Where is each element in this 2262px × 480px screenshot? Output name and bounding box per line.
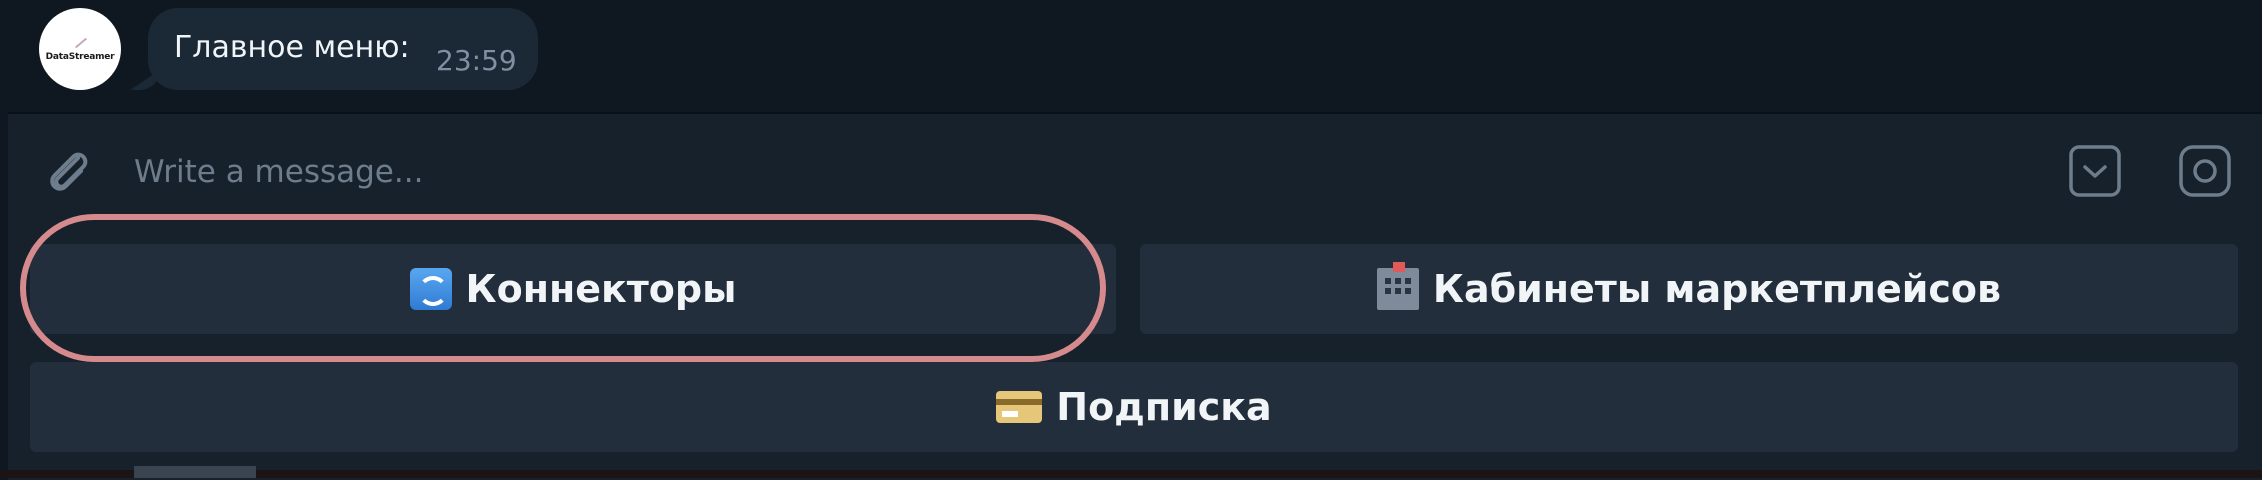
message-input[interactable] (134, 144, 2034, 200)
counterclockwise-arrows-icon (409, 268, 452, 310)
logo-mark-icon (74, 36, 86, 48)
paperclip-icon[interactable] (40, 144, 96, 200)
camera-icon[interactable] (2178, 144, 2232, 198)
credit-card-icon (996, 391, 1043, 423)
bottom-strip (0, 470, 2262, 478)
avatar-brand-text: DataStreamer (45, 52, 115, 62)
message-time: 23:59 (436, 44, 517, 77)
composer-panel: Коннекторы Кабинеты маркетплейсов Подпис… (8, 112, 2262, 480)
horizontal-scrollbar[interactable] (134, 466, 256, 478)
office-building-icon (1376, 262, 1419, 310)
subscription-label: Подписка (1056, 385, 1272, 429)
keyboard-toggle-icon[interactable] (2068, 144, 2122, 198)
message-bubble[interactable]: Главное меню: 23:59 (148, 8, 538, 90)
bot-avatar[interactable]: DataStreamer (39, 8, 121, 90)
marketplace-accounts-label: Кабинеты маркетплейсов (1432, 267, 2002, 311)
connectors-label: Коннекторы (465, 267, 737, 311)
subscription-button[interactable]: Подписка (30, 362, 2238, 452)
message-text: Главное меню: (174, 30, 410, 65)
chat-area: DataStreamer Главное меню: 23:59 (0, 0, 2262, 112)
marketplace-accounts-button[interactable]: Кабинеты маркетплейсов (1140, 244, 2238, 334)
connectors-button[interactable]: Коннекторы (30, 244, 1116, 334)
